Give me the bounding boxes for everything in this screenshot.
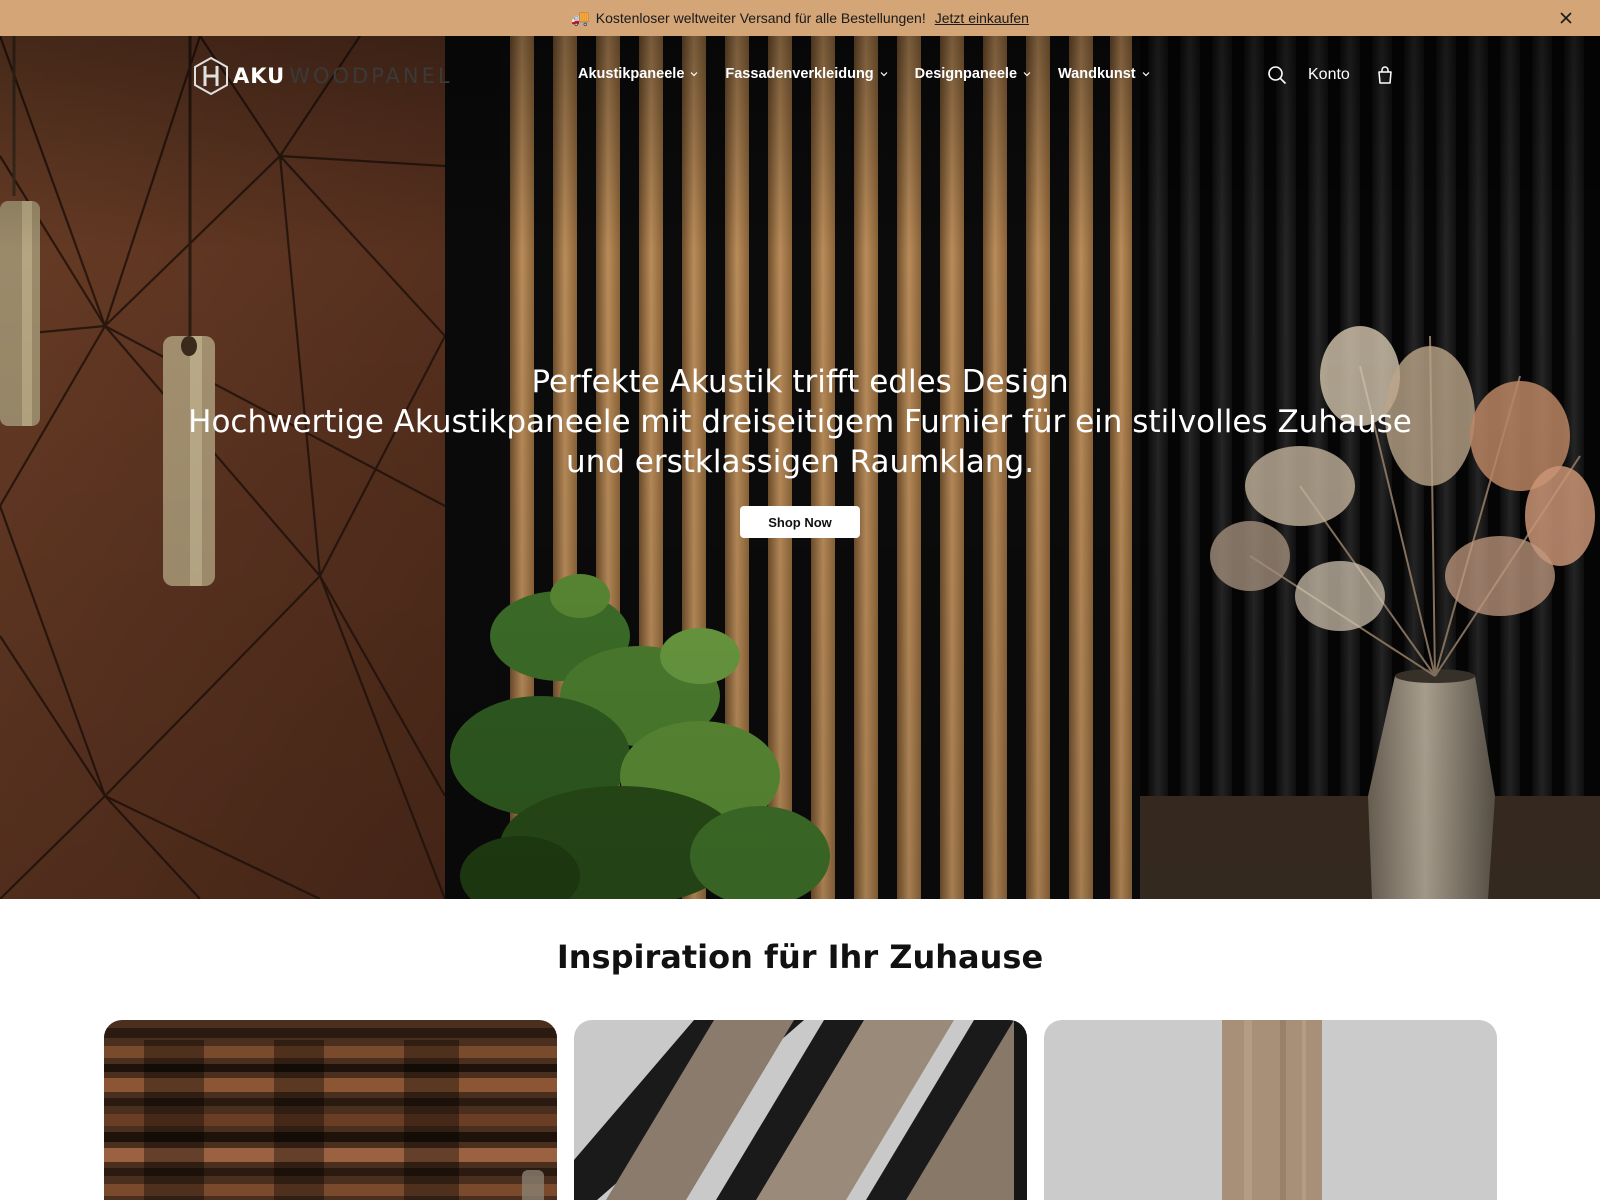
nav-item-designpaneele[interactable]: Designpaneele — [915, 66, 1032, 82]
search-icon[interactable] — [1266, 64, 1288, 86]
bag-icon[interactable] — [1374, 64, 1396, 86]
shop-now-link[interactable]: Jetzt einkaufen — [935, 10, 1029, 26]
nav-item-fassadenverkleidung[interactable]: Fassadenverkleidung — [725, 66, 888, 82]
chevron-down-icon — [1023, 72, 1031, 77]
nav-item-label: Wandkunst — [1058, 66, 1136, 82]
nav-item-wandkunst[interactable]: Wandkunst — [1058, 66, 1151, 82]
hero-subtitle: Hochwertige Akustikpaneele mit dreiseiti… — [188, 404, 1412, 480]
nav-item-label: Fassadenverkleidung — [725, 66, 874, 82]
shop-now-button[interactable]: Shop Now — [740, 506, 860, 538]
announcement-text: Kostenloser weltweiter Versand für alle … — [595, 10, 926, 26]
chevron-down-icon — [880, 72, 888, 77]
card-image — [1044, 1020, 1497, 1200]
inspiration-card[interactable] — [104, 1020, 557, 1200]
nav-item-label: Akustikpaneele — [578, 66, 685, 82]
card-image — [104, 1020, 557, 1200]
truck-icon: 🚚 — [571, 10, 590, 27]
close-icon[interactable] — [1556, 8, 1576, 28]
chevron-down-icon — [690, 72, 698, 77]
header-utilities: Konto — [1266, 64, 1396, 86]
logo-text-woodpanel: WOODPANEL — [289, 64, 453, 88]
card-image — [574, 1020, 1027, 1200]
section-title: Inspiration für Ihr Zuhause — [556, 938, 1044, 976]
logo-mark-icon — [194, 56, 228, 96]
announcement-bar: 🚚 Kostenloser weltweiter Versand für all… — [0, 0, 1600, 36]
nav-item-label: Designpaneele — [914, 66, 1018, 82]
logo[interactable]: AKU WOODPANEL — [193, 56, 453, 96]
main-nav: Akustikpaneele Fassadenverkleidung Desig… — [578, 66, 1177, 82]
inspiration-card[interactable] — [574, 1020, 1027, 1200]
account-link[interactable]: Konto — [1308, 66, 1350, 84]
chevron-down-icon — [1142, 72, 1150, 77]
inspiration-card[interactable] — [1044, 1020, 1497, 1200]
hero-title: Perfekte Akustik trifft edles Design — [531, 364, 1069, 400]
nav-item-akustikpaneele[interactable]: Akustikpaneele — [578, 66, 699, 82]
hero-content: Perfekte Akustik trifft edles Design Hoc… — [150, 362, 1450, 482]
logo-text-aku: AKU — [233, 64, 286, 88]
